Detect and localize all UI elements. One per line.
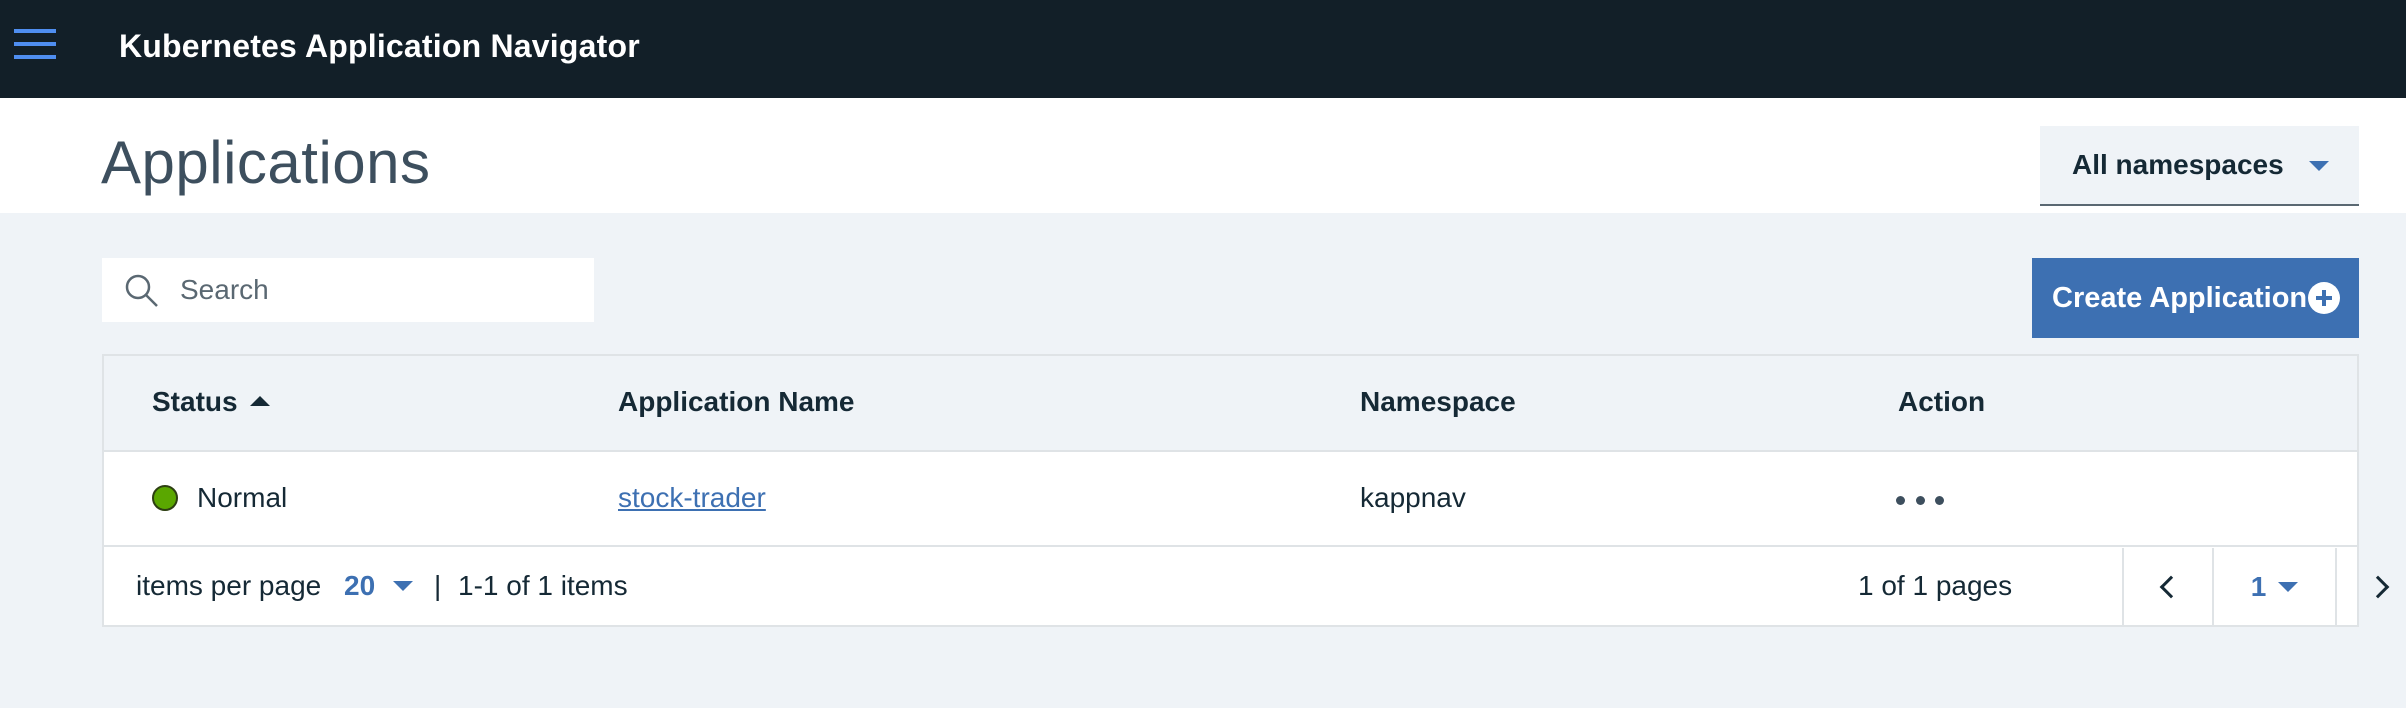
hamburger-menu-icon[interactable]	[14, 27, 56, 63]
column-header-namespace[interactable]: Namespace	[1360, 386, 1516, 418]
create-application-button[interactable]: Create Application	[2032, 258, 2359, 338]
status-text: Normal	[197, 482, 288, 513]
column-header-status-label: Status	[152, 386, 238, 417]
top-navigation-bar: Kubernetes Application Navigator	[0, 0, 2406, 98]
column-header-status[interactable]: Status	[152, 386, 270, 418]
namespace-cell: kappnav	[1360, 482, 1466, 513]
current-page-value: 1	[2250, 570, 2267, 602]
items-per-page-value: 20	[344, 570, 376, 601]
overflow-menu-icon[interactable]	[1896, 480, 1944, 520]
items-per-page-label: items per page	[136, 570, 322, 601]
table-header: Status Application Name Namespace Action	[104, 356, 2357, 452]
caret-down-icon	[393, 581, 414, 591]
app-title: Kubernetes Application Navigator	[119, 28, 640, 64]
applications-table: Status Application Name Namespace Action…	[102, 354, 2390, 627]
application-name-link[interactable]: stock-trader	[618, 482, 766, 514]
caret-down-icon	[2278, 581, 2299, 592]
column-header-action: Action	[1898, 386, 1986, 417]
page-number-select[interactable]: 1	[2212, 548, 2335, 625]
namespace-dropdown[interactable]: All namespaces	[2040, 126, 2359, 206]
chevron-right-icon	[2366, 575, 2390, 598]
create-application-label: Create Application	[2052, 281, 2308, 314]
pagination-bar: items per page 20 | 1-1 of 1 items 1 of …	[104, 548, 2390, 625]
search-input[interactable]	[180, 258, 580, 322]
namespace-dropdown-value: All namespaces	[2072, 149, 2284, 180]
search-box	[102, 258, 594, 322]
items-per-page-select[interactable]: 20	[344, 566, 414, 606]
page-title: Applications	[101, 129, 431, 196]
column-header-application-name[interactable]: Application Name	[618, 386, 854, 418]
pagination-separator: |	[434, 570, 442, 601]
add-circle-icon	[2308, 282, 2340, 314]
pages-count-text: 1 of 1 pages	[1858, 570, 2013, 601]
sort-ascending-icon	[249, 395, 270, 406]
previous-page-button[interactable]	[2122, 548, 2212, 625]
next-page-button[interactable]	[2335, 548, 2406, 625]
items-range-text: 1-1 of 1 items	[458, 570, 628, 601]
chevron-left-icon	[2159, 575, 2183, 598]
status-normal-icon	[152, 485, 178, 511]
caret-down-icon	[2309, 161, 2329, 171]
table-row: Normal stock-trader kappnav	[104, 452, 2357, 547]
search-icon	[125, 274, 158, 307]
page-header: Applications All namespaces	[0, 98, 2406, 213]
